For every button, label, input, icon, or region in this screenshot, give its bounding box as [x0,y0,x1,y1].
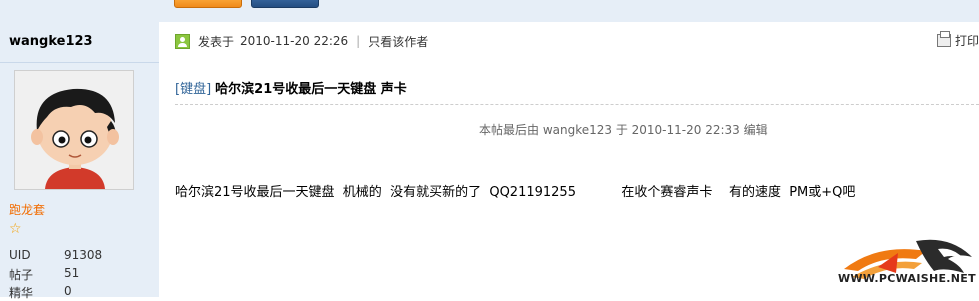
post-title-text: 哈尔滨21号收最后一天键盘 声卡 [215,82,407,97]
post-datetime: 2010-11-20 22:26 [240,34,349,48]
stat-value[interactable]: 91308 [64,248,102,262]
author-name[interactable]: wangke123 [9,34,93,49]
post-body: 哈尔滨21号收最后一天键盘 机械的 没有就买新的了 QQ21191255 在收个… [175,185,856,200]
stat-posts: 帖子 51 [9,266,79,283]
star-icon: ☆ [9,221,22,237]
print-label[interactable]: 打印 [955,32,979,49]
edited-note: 本帖最后由 wangke123 于 2010-11-20 22:33 编辑 [479,123,768,137]
reply-button[interactable] [174,0,242,8]
avatar-image [15,71,133,189]
meta-separator: | [356,34,361,48]
stat-label: 精华 [9,286,34,300]
user-group[interactable]: 跑龙套 [9,201,45,218]
sidebar-divider [0,62,159,63]
post-meta: 发表于 2010-11-20 22:26 | 只看该作者 [175,32,428,50]
title-divider [175,104,979,105]
top-bar [0,0,979,22]
print-link[interactable]: 打印 [936,31,979,49]
site-logo [844,239,972,279]
stat-label: UID [9,248,31,262]
stat-uid: UID 91308 [9,248,102,262]
printer-icon [936,31,951,47]
watermark-url: WWW.PCWAISHE.NET [838,272,976,285]
stat-digest: 精华 0 [9,284,72,301]
meta-prefix: 发表于 [198,34,235,49]
post-title: [键盘] 哈尔滨21号收最后一天键盘 声卡 [175,78,407,97]
author-sidebar: wangke123 跑龙套 ☆ UID 91308 帖子 51 精华 0 [0,22,159,300]
stat-value[interactable]: 51 [64,266,79,280]
only-author-link[interactable]: 只看该作者 [368,33,428,50]
new-post-button[interactable] [251,0,319,8]
stat-label: 帖子 [9,268,34,282]
post-category-link[interactable]: [键盘] [175,82,211,97]
avatar[interactable] [14,70,134,190]
stat-value[interactable]: 0 [64,284,72,298]
user-post-icon [175,33,190,49]
